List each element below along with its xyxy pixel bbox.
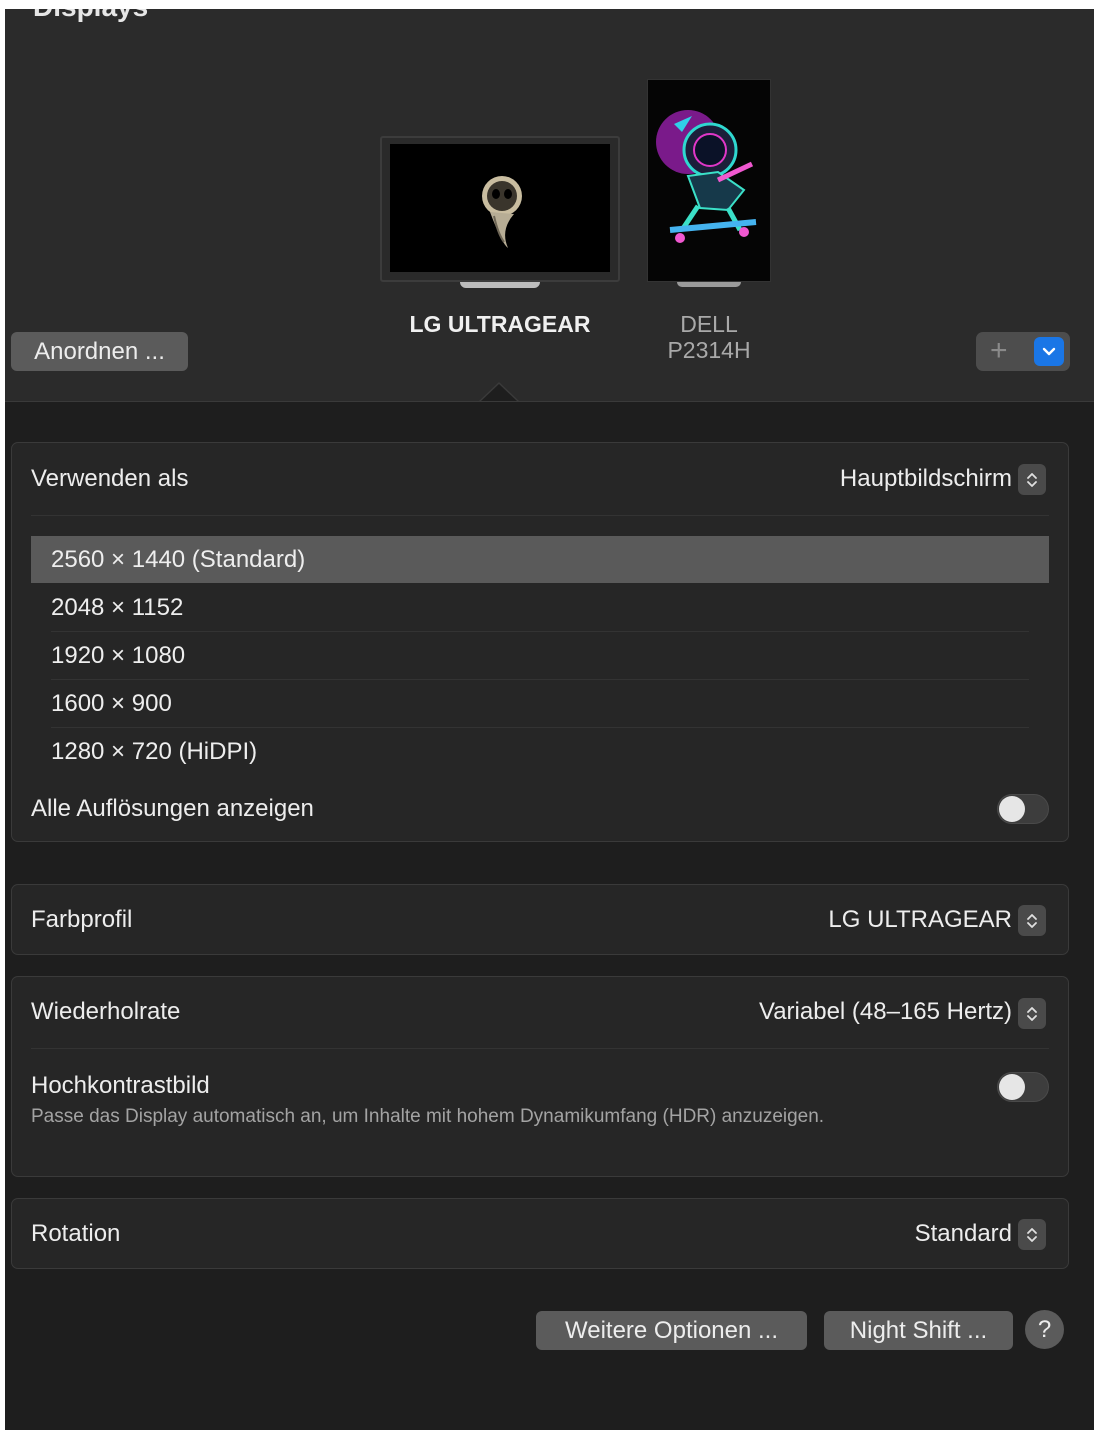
plus-icon[interactable]: + — [990, 334, 1008, 368]
display-arrangement-area: Displays — [5, 9, 1094, 402]
resolution-option[interactable]: 2048 × 1152 — [31, 584, 1049, 631]
use-as-label: Verwenden als — [31, 465, 189, 492]
arrange-button[interactable]: Anordnen ... — [11, 332, 188, 371]
display-label-dell[interactable]: DELL P2314H — [629, 311, 789, 363]
resolution-option[interactable]: 1600 × 900 — [31, 680, 1049, 727]
use-as-value[interactable]: Hauptbildschirm — [840, 465, 1012, 493]
lg-stand — [460, 282, 540, 288]
resolution-option[interactable]: 2560 × 1440 (Standard) — [31, 536, 1049, 583]
display-thumbnail-lg-ultragear[interactable] — [380, 136, 620, 282]
chevron-down-icon[interactable] — [1034, 337, 1064, 366]
rotation-stepper-icon[interactable] — [1018, 1219, 1046, 1250]
more-options-button[interactable]: Weitere Optionen ... — [536, 1311, 807, 1350]
hdr-toggle[interactable] — [997, 1072, 1049, 1102]
astronaut-skater-wallpaper-icon — [656, 110, 757, 243]
use-as-stepper-icon[interactable] — [1018, 464, 1046, 495]
hdr-description: Passe das Display automatisch an, um Inh… — [31, 1106, 825, 1127]
skull-wallpaper-icon — [482, 176, 522, 248]
show-all-resolutions-label: Alle Auflösungen anzeigen — [31, 795, 314, 822]
color-profile-label: Farbprofil — [31, 906, 133, 933]
resolution-panel: Verwenden als Hauptbildschirm 2560 × 144… — [11, 442, 1069, 842]
color-profile-stepper-icon[interactable] — [1018, 905, 1046, 936]
rotation-value[interactable]: Standard — [915, 1220, 1012, 1248]
rotation-label: Rotation — [31, 1220, 121, 1247]
add-display-control: + — [976, 332, 1070, 371]
display-label-dell-line1: DELL — [680, 311, 738, 337]
color-profile-panel: Farbprofil LG ULTRAGEAR — [11, 884, 1069, 955]
refresh-rate-stepper-icon[interactable] — [1018, 998, 1046, 1029]
refresh-rate-label: Wiederholrate — [31, 998, 181, 1025]
display-label-lg-ultragear[interactable]: LG ULTRAGEAR — [390, 311, 610, 337]
night-shift-button[interactable]: Night Shift ... — [824, 1311, 1013, 1350]
lg-wallpaper — [390, 144, 610, 272]
display-label-dell-line2: P2314H — [667, 337, 751, 363]
resolution-option[interactable]: 1280 × 720 (HiDPI) — [31, 728, 1049, 775]
resolution-option[interactable]: 1920 × 1080 — [31, 632, 1049, 679]
window-title: Displays — [33, 9, 148, 23]
refresh-hdr-panel: Wiederholrate Variabel (48–165 Hertz) Ho… — [11, 976, 1069, 1177]
help-icon[interactable]: ? — [1025, 1310, 1064, 1349]
rotation-panel: Rotation Standard — [11, 1198, 1069, 1269]
hdr-label: Hochkontrastbild — [31, 1072, 210, 1099]
refresh-rate-value[interactable]: Variabel (48–165 Hertz) — [759, 998, 1012, 1026]
dell-stand — [677, 282, 741, 287]
show-all-resolutions-toggle[interactable] — [997, 794, 1049, 824]
displays-window: Displays — [5, 9, 1094, 1430]
display-thumbnail-dell-p2314h[interactable] — [647, 79, 771, 282]
color-profile-value[interactable]: LG ULTRAGEAR — [828, 906, 1012, 934]
